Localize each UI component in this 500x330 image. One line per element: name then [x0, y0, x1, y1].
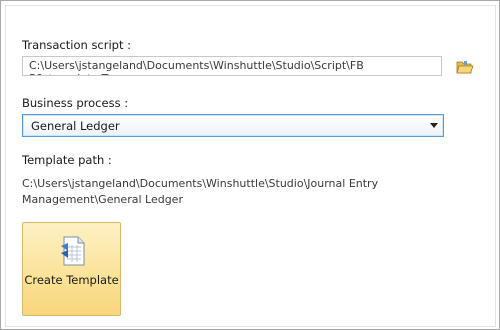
create-template-label: Create Template [24, 273, 119, 287]
chevron-down-icon[interactable] [430, 123, 438, 128]
create-template-button[interactable]: Create Template [22, 222, 121, 316]
template-path-value: C:\Users\jstangeland\Documents\Winshuttl… [22, 177, 379, 206]
transaction-script-label: Transaction script : [22, 38, 132, 52]
business-process-select[interactable]: General Ledger [22, 114, 444, 137]
template-document-icon [58, 235, 88, 267]
folder-open-icon[interactable] [456, 59, 474, 75]
transaction-script-field[interactable]: C:\Users\jstangeland\Documents\Winshuttl… [22, 56, 442, 76]
template-path-label: Template path : [22, 153, 112, 167]
business-process-value: General Ledger [31, 119, 120, 133]
transaction-script-value: C:\Users\jstangeland\Documents\Winshuttl… [29, 59, 364, 75]
business-process-label: Business process : [22, 96, 129, 110]
